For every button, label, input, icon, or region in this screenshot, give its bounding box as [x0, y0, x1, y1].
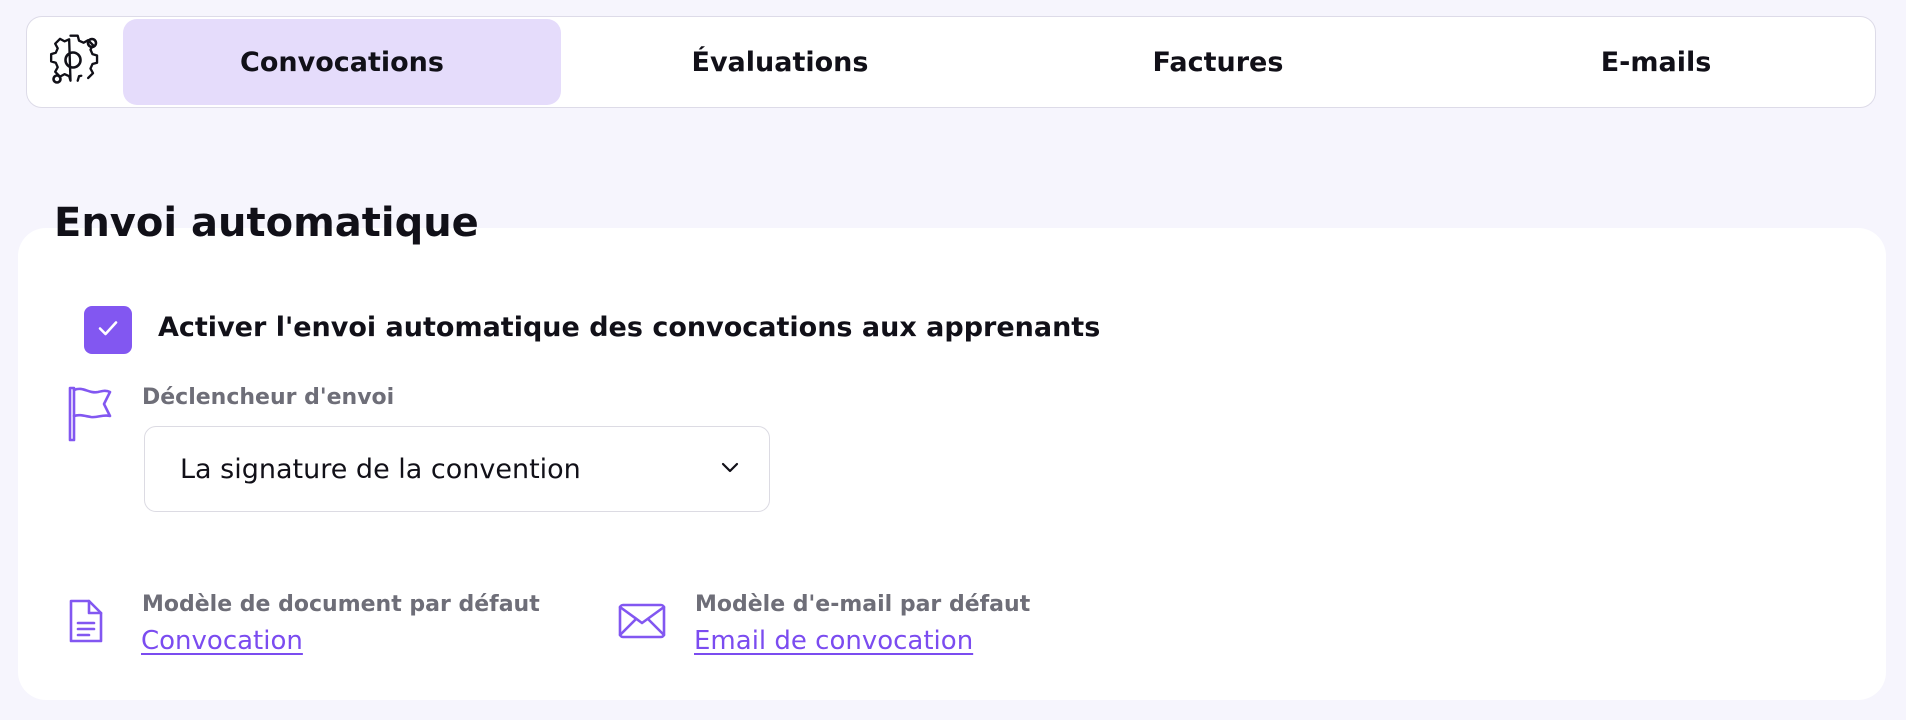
tab-factures[interactable]: Factures: [999, 17, 1437, 107]
document-template-label: Modèle de document par défaut: [142, 592, 540, 617]
flag-icon: [64, 384, 116, 442]
gear-icon: [48, 33, 102, 91]
section-title: Envoi automatique: [54, 200, 479, 246]
tab-evaluations[interactable]: Évaluations: [561, 17, 999, 107]
settings-tab[interactable]: [27, 17, 123, 107]
auto-send-label[interactable]: Activer l'envoi automatique des convocat…: [158, 312, 1100, 343]
tab-e-mails[interactable]: E-mails: [1437, 17, 1875, 107]
email-template-label: Modèle d'e-mail par défaut: [695, 592, 1031, 617]
trigger-label: Déclencheur d'envoi: [142, 385, 395, 410]
checkmark-icon: [96, 316, 120, 344]
tab-bar: Convocations Évaluations Factures E-mail…: [26, 16, 1876, 108]
document-icon: [66, 596, 106, 646]
document-template-link[interactable]: Convocation: [141, 626, 303, 656]
envelope-icon: [616, 600, 668, 642]
trigger-select[interactable]: La signature de la convention: [144, 426, 770, 512]
trigger-select-value: La signature de la convention: [180, 453, 581, 485]
email-template-link[interactable]: Email de convocation: [694, 626, 973, 656]
auto-send-checkbox[interactable]: [84, 306, 132, 354]
tab-convocations[interactable]: Convocations: [123, 19, 561, 105]
chevron-down-icon: [719, 456, 741, 482]
